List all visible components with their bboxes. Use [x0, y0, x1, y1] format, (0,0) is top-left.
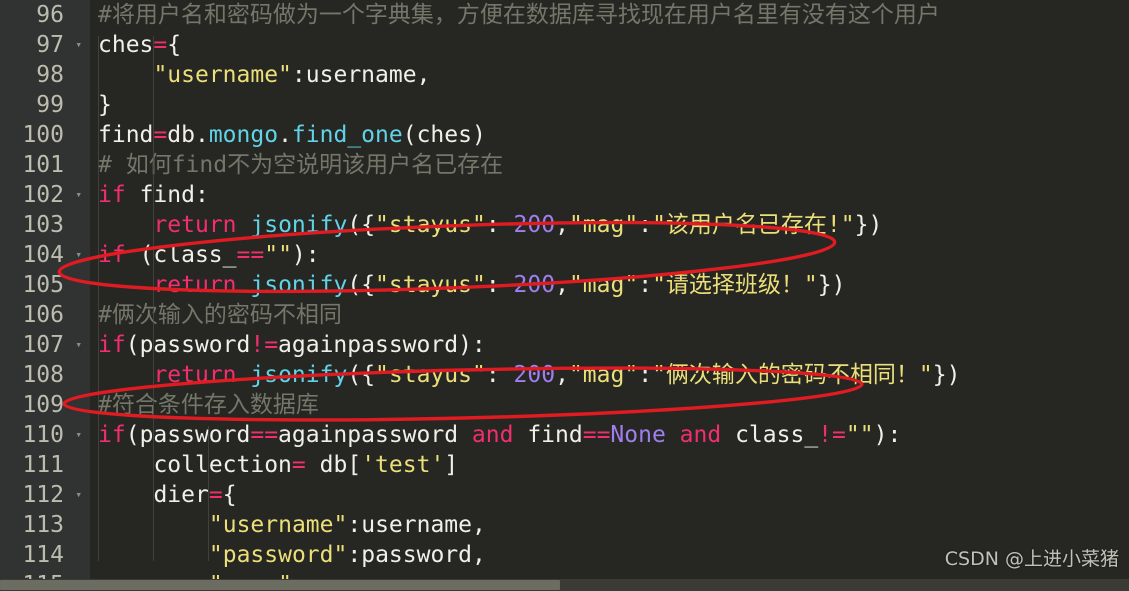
line-number[interactable]: 100 — [0, 120, 90, 150]
code-line[interactable]: # 如何find不为空说明该用户名已存在 — [90, 150, 1129, 180]
line-number-list: 96 97 ▾ 98 99 100 101 102 ▾ 103 104 ▾ 105 106 107 ▾ 108 1… — [0, 0, 90, 591]
line-number[interactable]: 103 — [0, 210, 90, 240]
code-fold-icon[interactable]: ▾ — [75, 30, 82, 60]
line-number[interactable]: 98 — [0, 60, 90, 90]
code-line[interactable]: ches={ — [90, 30, 1129, 60]
line-number[interactable]: 97 ▾ — [0, 30, 90, 60]
code-editor: 96 97 ▾ 98 99 100 101 102 ▾ 103 104 ▾ 105 106 107 ▾ 108 1… — [0, 0, 1129, 591]
horizontal-scrollbar-thumb[interactable] — [0, 580, 560, 590]
code-fold-icon[interactable]: ▾ — [75, 480, 82, 510]
line-number[interactable]: 101 — [0, 150, 90, 180]
code-fold-icon[interactable]: ▾ — [75, 180, 82, 210]
code-fold-icon[interactable]: ▾ — [75, 330, 82, 360]
line-number[interactable]: 96 — [0, 0, 90, 30]
code-line[interactable]: find=db.mongo.find_one(ches) — [90, 120, 1129, 150]
horizontal-scrollbar[interactable] — [0, 579, 1129, 591]
line-number[interactable]: 111 — [0, 450, 90, 480]
code-line[interactable]: dier={ — [90, 480, 1129, 510]
line-number[interactable]: 110 ▾ — [0, 420, 90, 450]
code-line[interactable]: return jsonify({"stayus": 200,"mag":"请选择… — [90, 270, 1129, 300]
line-number[interactable]: 102 ▾ — [0, 180, 90, 210]
line-number[interactable]: 113 — [0, 510, 90, 540]
line-number[interactable]: 106 — [0, 300, 90, 330]
code-line[interactable]: "username":username, — [90, 60, 1129, 90]
code-content-area[interactable]: #将用户名和密码做为一个字典集，方便在数据库寻找现在用户名里有没有这个用户 che… — [90, 0, 1129, 591]
line-number[interactable]: 105 — [0, 270, 90, 300]
code-line[interactable]: "username":username, — [90, 510, 1129, 540]
code-line-list: #将用户名和密码做为一个字典集，方便在数据库寻找现在用户名里有没有这个用户 che… — [90, 0, 1129, 591]
editor-gutter: 96 97 ▾ 98 99 100 101 102 ▾ 103 104 ▾ 105 106 107 ▾ 108 1… — [0, 0, 90, 591]
code-line[interactable]: return jsonify({"stayus": 200,"mag":"该用户… — [90, 210, 1129, 240]
code-line[interactable]: if(password!=againpassword): — [90, 330, 1129, 360]
code-line[interactable]: #符合条件存入数据库 — [90, 390, 1129, 420]
line-number[interactable]: 99 — [0, 90, 90, 120]
line-number[interactable]: 109 — [0, 390, 90, 420]
code-line[interactable]: #将用户名和密码做为一个字典集，方便在数据库寻找现在用户名里有没有这个用户 — [90, 0, 1129, 30]
code-fold-icon[interactable]: ▾ — [75, 420, 82, 450]
code-line[interactable]: if(password==againpassword and find==Non… — [90, 420, 1129, 450]
code-line[interactable]: } — [90, 90, 1129, 120]
code-line[interactable]: collection= db['test'] — [90, 450, 1129, 480]
code-line[interactable]: return jsonify({"stayus": 200,"mag":"俩次输… — [90, 360, 1129, 390]
line-number[interactable]: 114 — [0, 540, 90, 570]
code-line[interactable]: if find: — [90, 180, 1129, 210]
code-line[interactable]: #俩次输入的密码不相同 — [90, 300, 1129, 330]
line-number[interactable]: 108 — [0, 360, 90, 390]
code-line[interactable]: if (class_==""): — [90, 240, 1129, 270]
line-number[interactable]: 112 ▾ — [0, 480, 90, 510]
line-number[interactable]: 107 ▾ — [0, 330, 90, 360]
csdn-watermark: CSDN @上进小菜猪 — [944, 548, 1119, 570]
line-number[interactable]: 104 ▾ — [0, 240, 90, 270]
code-fold-icon[interactable]: ▾ — [75, 240, 82, 270]
